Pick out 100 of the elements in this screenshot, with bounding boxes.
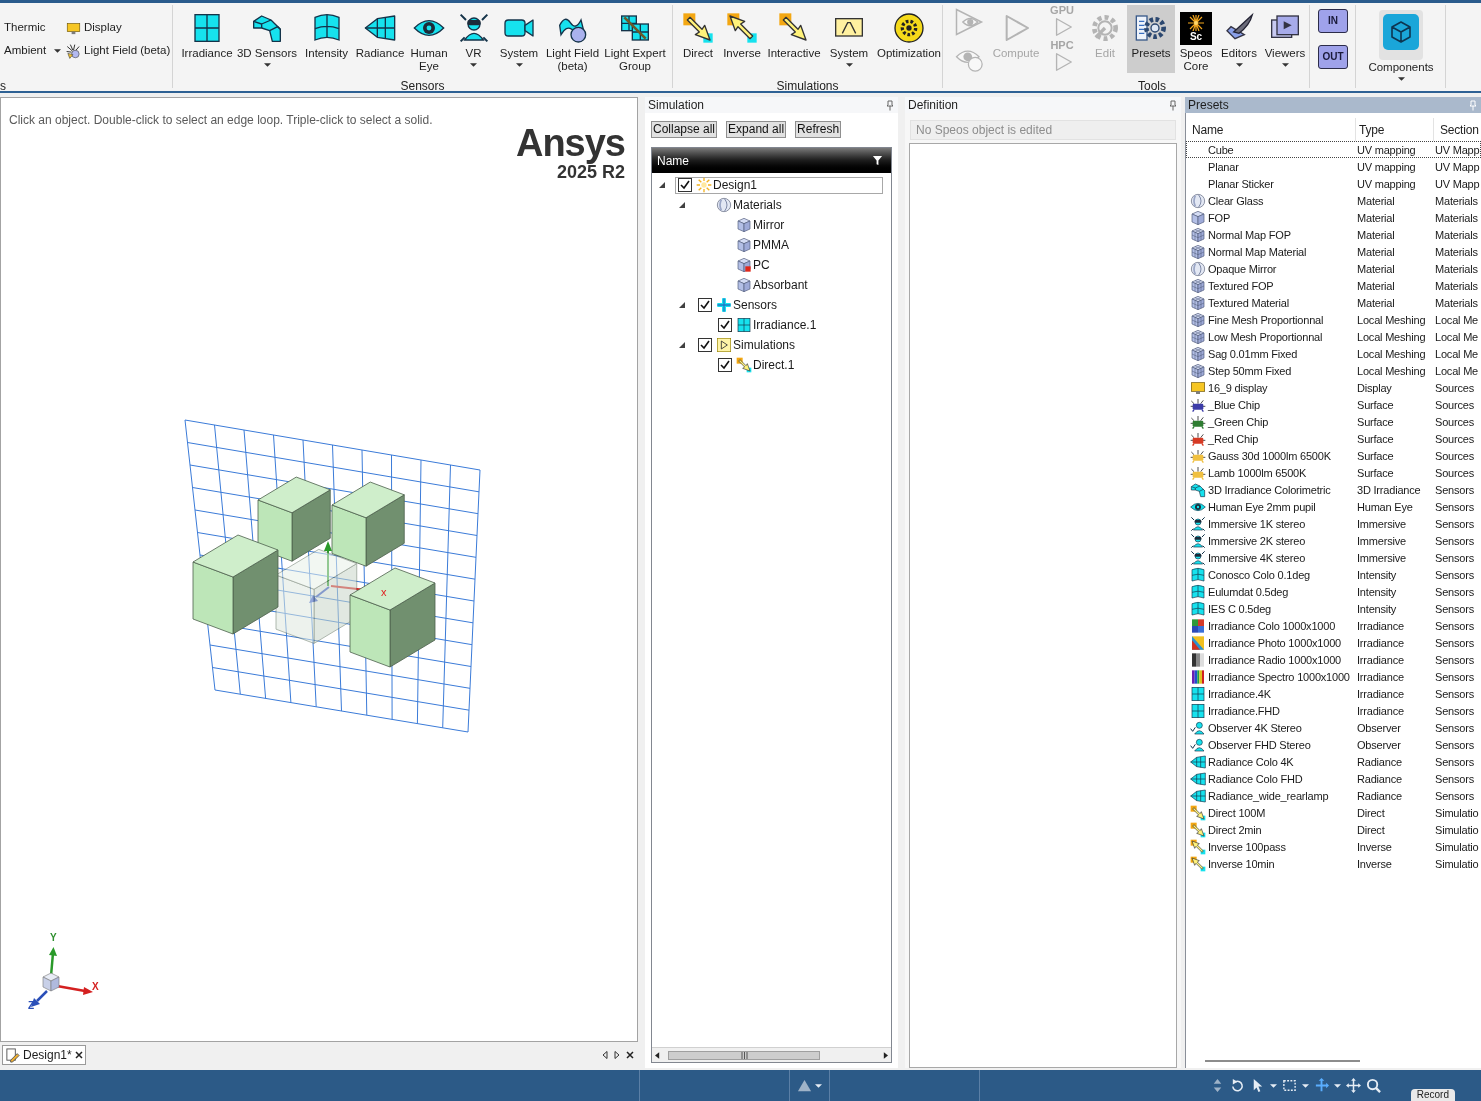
table-row[interactable]: Irradiance Photo 1000x1000 Irradiance Sensors [1186,634,1481,651]
table-row[interactable]: _Green Chip Surface Sources [1186,413,1481,430]
table-row[interactable]: Cube UV mapping UV Mapp [1186,141,1481,158]
table-row[interactable]: Irradiance Spectro 1000x1000 Irradiance Sensors [1186,668,1481,685]
table-row[interactable]: Step 50mm Fixed Local Meshing Local Me [1186,362,1481,379]
table-row[interactable]: Gauss 30d 1000lm 6500K Surface Sources [1186,447,1481,464]
tree-item[interactable]: Mirror [715,216,883,234]
table-row[interactable]: Irradiance Colo 1000x1000 Irradiance Sensors [1186,617,1481,634]
move-arrows-icon[interactable] [1314,1078,1329,1093]
table-row[interactable]: Direct 100M Direct Simulatio [1186,804,1481,821]
ribbon-button[interactable]: Direct [677,5,719,73]
ribbon-button[interactable]: Presets [1127,5,1175,73]
toolbar-button[interactable]: Expand all [726,121,787,138]
checkbox[interactable] [678,178,692,192]
filter-icon[interactable] [872,155,883,166]
table-row[interactable]: Radiance Colo FHD Radiance Sensors [1186,770,1481,787]
folder-button[interactable]: OUT [1318,45,1348,69]
pin-icon[interactable] [886,99,894,111]
column-header[interactable]: Section [1434,118,1481,141]
checkbox[interactable] [698,298,712,312]
table-row[interactable]: Planar UV mapping UV Mapp [1186,158,1481,175]
table-row[interactable]: _Blue Chip Surface Sources [1186,396,1481,413]
horizontal-scrollbar[interactable] [652,1047,891,1062]
tree-item[interactable]: Design1 [675,176,883,194]
right-arrow-icon[interactable] [883,1051,888,1059]
table-row[interactable]: Radiance Colo 4K Radiance Sensors [1186,753,1481,770]
table-row[interactable]: Irradiance.4K Irradiance Sensors [1186,685,1481,702]
table-row[interactable]: Conosco Colo 0.1deg Intensity Sensors [1186,566,1481,583]
table-row[interactable]: _Red Chip Surface Sources [1186,430,1481,447]
table-row[interactable]: Observer FHD Stereo Observer Sensors [1186,736,1481,753]
ribbon-button[interactable]: System [495,5,543,73]
ribbon-button[interactable]: Viewers [1261,5,1309,73]
toolbar-button[interactable]: Refresh [795,121,842,138]
ribbon-button[interactable]: System [823,5,875,73]
checkbox[interactable] [718,358,732,372]
ribbon-button[interactable]: Light Expert Group [602,5,668,73]
column-header[interactable]: Type [1356,118,1434,141]
ribbon-button[interactable]: Editors [1217,5,1261,73]
table-row[interactable]: Low Mesh Proportionnal Local Meshing Local Me [1186,328,1481,345]
tree-item[interactable]: Direct.1 [715,356,883,374]
table-row[interactable]: Direct 2min Direct Simulatio [1186,821,1481,838]
table-row[interactable]: IES C 0.5deg Intensity Sensors [1186,600,1481,617]
close-icon[interactable] [626,1051,634,1059]
table-row[interactable]: Irradiance Radio 1000x1000 Irradiance Sensors [1186,651,1481,668]
cross-arrows-icon[interactable] [1346,1078,1361,1093]
table-row[interactable]: Human Eye 2mm pupil Human Eye Sensors [1186,498,1481,515]
ribbon-button[interactable]: Irradiance [179,5,235,73]
right-triangle-icon[interactable] [614,1051,620,1059]
table-row[interactable]: Clear Glass Material Materials [1186,192,1481,209]
table-row[interactable]: Inverse 100pass Inverse Simulatio [1186,838,1481,855]
table-row[interactable]: Inverse 10min Inverse Simulatio [1186,855,1481,872]
ribbon-button[interactable]: Display [66,18,172,38]
checkbox[interactable] [718,318,732,332]
toolbar-button[interactable]: Collapse all [651,121,718,138]
ribbon-button[interactable]: Sc Speos Core [1175,5,1217,73]
ribbon-button[interactable]: Human Eye [406,5,452,73]
ribbon-button[interactable]: VR [452,5,495,73]
table-row[interactable]: Immersive 1K stereo Immersive Sensors [1186,515,1481,532]
triangle-icon[interactable] [678,201,686,209]
table-row[interactable]: Normal Map FOP Material Materials [1186,226,1481,243]
tree-item[interactable]: Absorbant [715,276,883,294]
table-row[interactable]: Immersive 2K stereo Immersive Sensors [1186,532,1481,549]
scrollbar-thumb[interactable] [668,1050,820,1060]
folder-button[interactable]: IN [1318,9,1348,33]
tree-item[interactable]: Irradiance.1 [715,316,883,334]
table-row[interactable]: Sag 0.01mm Fixed Local Meshing Local Me [1186,345,1481,362]
table-row[interactable]: 16_9 display Display Sources [1186,379,1481,396]
checkbox[interactable] [698,338,712,352]
magnifier-icon[interactable] [1366,1078,1381,1093]
table-row[interactable]: 3D Irradiance Colorimetric 3D Irradiance Sensors [1186,481,1481,498]
ribbon-button[interactable]: Interactive [765,5,823,73]
ribbon-button[interactable]: Components [1358,5,1444,88]
pin-icon[interactable] [1169,99,1177,111]
tree-item[interactable]: Materials [695,196,883,214]
table-row[interactable]: Lamb 1000lm 6500K Surface Sources [1186,464,1481,481]
table-row[interactable]: Irradiance.FHD Irradiance Sensors [1186,702,1481,719]
tree-item[interactable]: PC [715,256,883,274]
table-row[interactable]: Textured Material Material Materials [1186,294,1481,311]
ribbon-button[interactable]: Optimization [875,5,943,73]
tree-item[interactable]: PMMA [715,236,883,254]
close-icon[interactable] [74,1051,83,1059]
table-row[interactable]: Fine Mesh Proportionnal Local Meshing Local Me [1186,311,1481,328]
triangle-icon[interactable] [678,341,686,349]
rotate-arrow-icon[interactable] [1230,1078,1245,1093]
column-header[interactable]: Name [1186,118,1356,141]
tree-item[interactable]: Simulations [695,336,883,354]
table-row[interactable]: FOP Material Materials [1186,209,1481,226]
table-row[interactable]: Opaque Mirror Material Materials [1186,260,1481,277]
tree-item[interactable]: Sensors [695,296,883,314]
ribbon-button[interactable]: Inverse [719,5,765,73]
left-triangle-icon[interactable] [602,1051,608,1059]
document-tab[interactable]: Design1* [2,1045,86,1065]
table-row[interactable]: Textured FOP Material Materials [1186,277,1481,294]
ribbon-button[interactable]: Radiance [354,5,406,73]
ribbon-button[interactable]: 3D Sensors [235,5,299,73]
ribbon-button[interactable]: Thermic [4,18,66,38]
table-row[interactable]: Observer 4K Stereo Observer Sensors [1186,719,1481,736]
ribbon-button[interactable]: Light Field (beta) [543,5,602,73]
table-row[interactable]: Planar Sticker UV mapping UV Mapp [1186,175,1481,192]
ribbon-button[interactable]: Ambient [4,41,66,61]
